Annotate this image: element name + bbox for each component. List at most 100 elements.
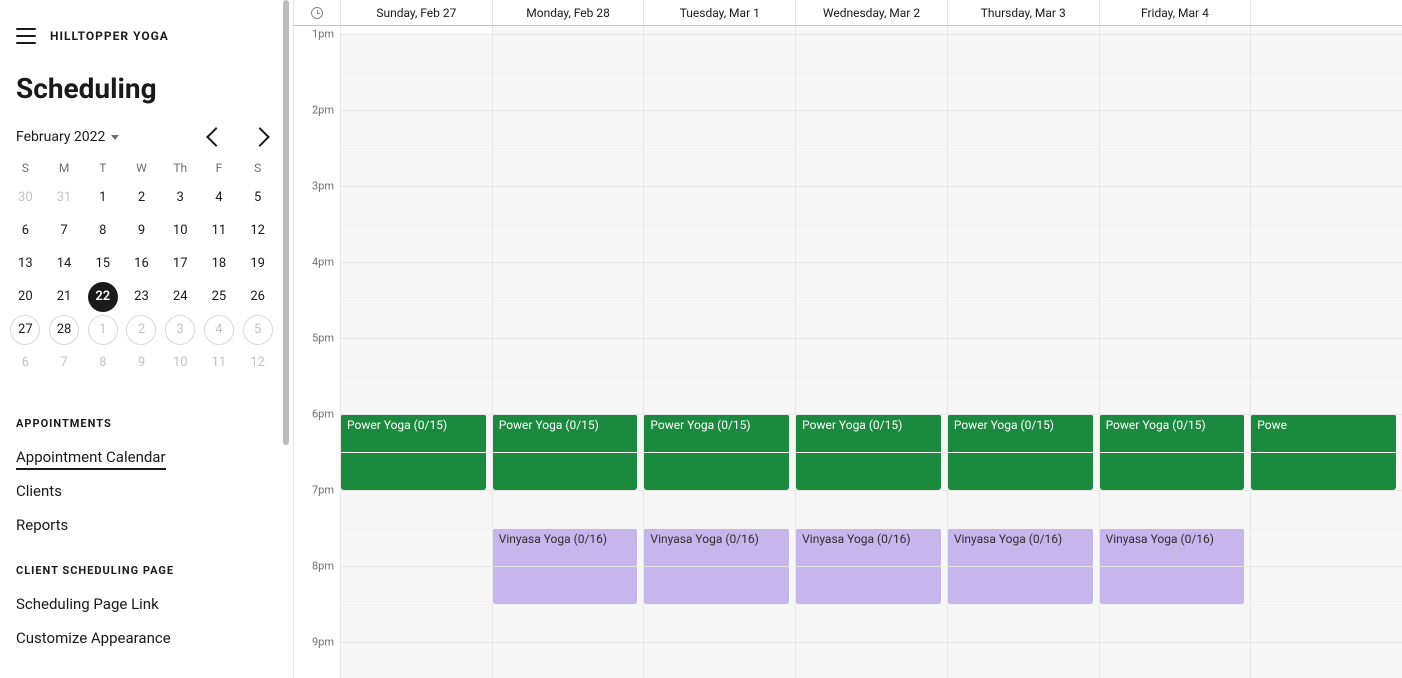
brand-name: HILLTOPPER YOGA bbox=[50, 29, 169, 43]
day-header[interactable]: Sunday, Feb 27 bbox=[340, 0, 492, 25]
event-vinyasa-yoga[interactable]: Vinyasa Yoga (0/16) bbox=[493, 528, 638, 604]
page-title: Scheduling bbox=[0, 64, 283, 129]
day-header[interactable] bbox=[1250, 0, 1402, 25]
day-header[interactable]: Tuesday, Mar 1 bbox=[643, 0, 795, 25]
event-power-yoga[interactable]: Powe bbox=[1251, 414, 1396, 490]
mini-cal-day[interactable]: 18 bbox=[200, 247, 239, 280]
mini-cal-day[interactable]: 11 bbox=[200, 214, 239, 247]
mini-cal-day[interactable]: 8 bbox=[83, 346, 122, 379]
mini-cal-day[interactable]: 27 bbox=[6, 313, 45, 346]
mini-cal-day[interactable]: 23 bbox=[122, 280, 161, 313]
day-column[interactable]: Power Yoga (0/15) Vinyasa Yoga (0/16) bbox=[947, 26, 1099, 678]
day-header[interactable]: Thursday, Mar 3 bbox=[947, 0, 1099, 25]
out-of-range bbox=[341, 34, 492, 678]
mini-cal-day[interactable]: 28 bbox=[45, 313, 84, 346]
event-power-yoga[interactable]: Power Yoga (0/15) bbox=[1100, 414, 1245, 490]
nav-customize-appearance[interactable]: Customize Appearance bbox=[0, 621, 283, 655]
time-label: 5pm bbox=[312, 332, 334, 345]
mini-cal-day[interactable]: 24 bbox=[161, 280, 200, 313]
mini-cal-day[interactable]: 8 bbox=[83, 214, 122, 247]
time-label: 9pm bbox=[312, 636, 334, 649]
event-vinyasa-yoga[interactable]: Vinyasa Yoga (0/16) bbox=[796, 528, 941, 604]
mini-cal-day[interactable]: 2 bbox=[122, 313, 161, 346]
month-selector[interactable]: February 2022 bbox=[16, 129, 119, 145]
mini-cal-day[interactable]: 1 bbox=[83, 181, 122, 214]
mini-cal-day[interactable]: 6 bbox=[6, 214, 45, 247]
event-power-yoga[interactable]: Power Yoga (0/15) bbox=[796, 414, 941, 490]
clock-icon bbox=[311, 7, 323, 19]
event-power-yoga[interactable]: Power Yoga (0/15) bbox=[341, 414, 486, 490]
day-column[interactable]: Power Yoga (0/15) Vinyasa Yoga (0/16) bbox=[1099, 26, 1251, 678]
mini-cal-day[interactable]: 10 bbox=[161, 214, 200, 247]
day-column[interactable]: Power Yoga (0/15) Vinyasa Yoga (0/16) bbox=[643, 26, 795, 678]
mini-cal-day[interactable]: 19 bbox=[238, 247, 277, 280]
event-power-yoga[interactable]: Power Yoga (0/15) bbox=[948, 414, 1093, 490]
nav-scheduling-page-link[interactable]: Scheduling Page Link bbox=[0, 587, 283, 621]
time-column-header bbox=[294, 7, 340, 19]
mini-cal-day[interactable]: 6 bbox=[6, 346, 45, 379]
day-header[interactable]: Wednesday, Mar 2 bbox=[795, 0, 947, 25]
mini-cal-day[interactable]: 20 bbox=[6, 280, 45, 313]
prev-month-button[interactable] bbox=[206, 127, 226, 147]
time-label: 7pm bbox=[312, 484, 334, 497]
calendar-main: Sunday, Feb 27 Monday, Feb 28 Tuesday, M… bbox=[294, 0, 1402, 678]
mini-cal-dow: F bbox=[200, 155, 239, 181]
mini-cal-day[interactable]: 7 bbox=[45, 346, 84, 379]
event-power-yoga[interactable]: Power Yoga (0/15) bbox=[644, 414, 789, 490]
chevron-down-icon bbox=[111, 135, 119, 140]
calendar-grid[interactable]: 1pm2pm3pm4pm5pm6pm7pm8pm9pm Power Yoga (… bbox=[294, 26, 1402, 678]
event-vinyasa-yoga[interactable]: Vinyasa Yoga (0/16) bbox=[948, 528, 1093, 604]
day-column[interactable]: Power Yoga (0/15) bbox=[340, 26, 492, 678]
mini-cal-day[interactable]: 5 bbox=[238, 181, 277, 214]
mini-cal-day[interactable]: 2 bbox=[122, 181, 161, 214]
mini-cal-day[interactable]: 9 bbox=[122, 214, 161, 247]
mini-cal-dow: Th bbox=[161, 155, 200, 181]
mini-cal-day[interactable]: 14 bbox=[45, 247, 84, 280]
mini-cal-day[interactable]: 21 bbox=[45, 280, 84, 313]
time-label: 1pm bbox=[312, 28, 334, 41]
mini-cal-day[interactable]: 3 bbox=[161, 313, 200, 346]
mini-calendar: SMTWThFS 3031123456789101112131415161718… bbox=[0, 155, 283, 395]
mini-cal-day[interactable]: 9 bbox=[122, 346, 161, 379]
menu-icon[interactable] bbox=[16, 28, 36, 44]
mini-cal-day[interactable]: 12 bbox=[238, 346, 277, 379]
section-label-client-page: CLIENT SCHEDULING PAGE bbox=[0, 542, 283, 587]
mini-cal-day[interactable]: 26 bbox=[238, 280, 277, 313]
day-header[interactable]: Friday, Mar 4 bbox=[1099, 0, 1251, 25]
next-month-button[interactable] bbox=[250, 127, 270, 147]
mini-cal-day[interactable]: 25 bbox=[200, 280, 239, 313]
time-label: 6pm bbox=[312, 408, 334, 421]
time-label: 3pm bbox=[312, 180, 334, 193]
mini-cal-day[interactable]: 4 bbox=[200, 181, 239, 214]
mini-cal-day[interactable]: 31 bbox=[45, 181, 84, 214]
month-selector-label: February 2022 bbox=[16, 129, 105, 145]
day-header[interactable]: Monday, Feb 28 bbox=[492, 0, 644, 25]
mini-cal-day[interactable]: 15 bbox=[83, 247, 122, 280]
nav-appointment-calendar[interactable]: Appointment Calendar bbox=[0, 440, 283, 474]
event-vinyasa-yoga[interactable]: Vinyasa Yoga (0/16) bbox=[1100, 528, 1245, 604]
mini-cal-day[interactable]: 3 bbox=[161, 181, 200, 214]
day-column[interactable]: Power Yoga (0/15) Vinyasa Yoga (0/16) bbox=[492, 26, 644, 678]
event-vinyasa-yoga[interactable]: Vinyasa Yoga (0/16) bbox=[644, 528, 789, 604]
mini-cal-dow: T bbox=[83, 155, 122, 181]
mini-cal-day[interactable]: 22 bbox=[83, 280, 122, 313]
day-column[interactable]: Powe bbox=[1250, 26, 1402, 678]
nav-clients[interactable]: Clients bbox=[0, 474, 283, 508]
mini-cal-day[interactable]: 12 bbox=[238, 214, 277, 247]
time-label: 8pm bbox=[312, 560, 334, 573]
day-column[interactable]: Power Yoga (0/15) Vinyasa Yoga (0/16) bbox=[795, 26, 947, 678]
event-power-yoga[interactable]: Power Yoga (0/15) bbox=[493, 414, 638, 490]
day-header-row: Sunday, Feb 27 Monday, Feb 28 Tuesday, M… bbox=[294, 0, 1402, 26]
mini-cal-day[interactable]: 30 bbox=[6, 181, 45, 214]
mini-cal-day[interactable]: 11 bbox=[200, 346, 239, 379]
mini-cal-day[interactable]: 1 bbox=[83, 313, 122, 346]
mini-cal-day[interactable]: 7 bbox=[45, 214, 84, 247]
nav-reports[interactable]: Reports bbox=[0, 508, 283, 542]
mini-cal-day[interactable]: 10 bbox=[161, 346, 200, 379]
mini-cal-day[interactable]: 4 bbox=[200, 313, 239, 346]
mini-cal-day[interactable]: 16 bbox=[122, 247, 161, 280]
mini-cal-dow: S bbox=[6, 155, 45, 181]
mini-cal-day[interactable]: 13 bbox=[6, 247, 45, 280]
mini-cal-day[interactable]: 5 bbox=[238, 313, 277, 346]
mini-cal-day[interactable]: 17 bbox=[161, 247, 200, 280]
